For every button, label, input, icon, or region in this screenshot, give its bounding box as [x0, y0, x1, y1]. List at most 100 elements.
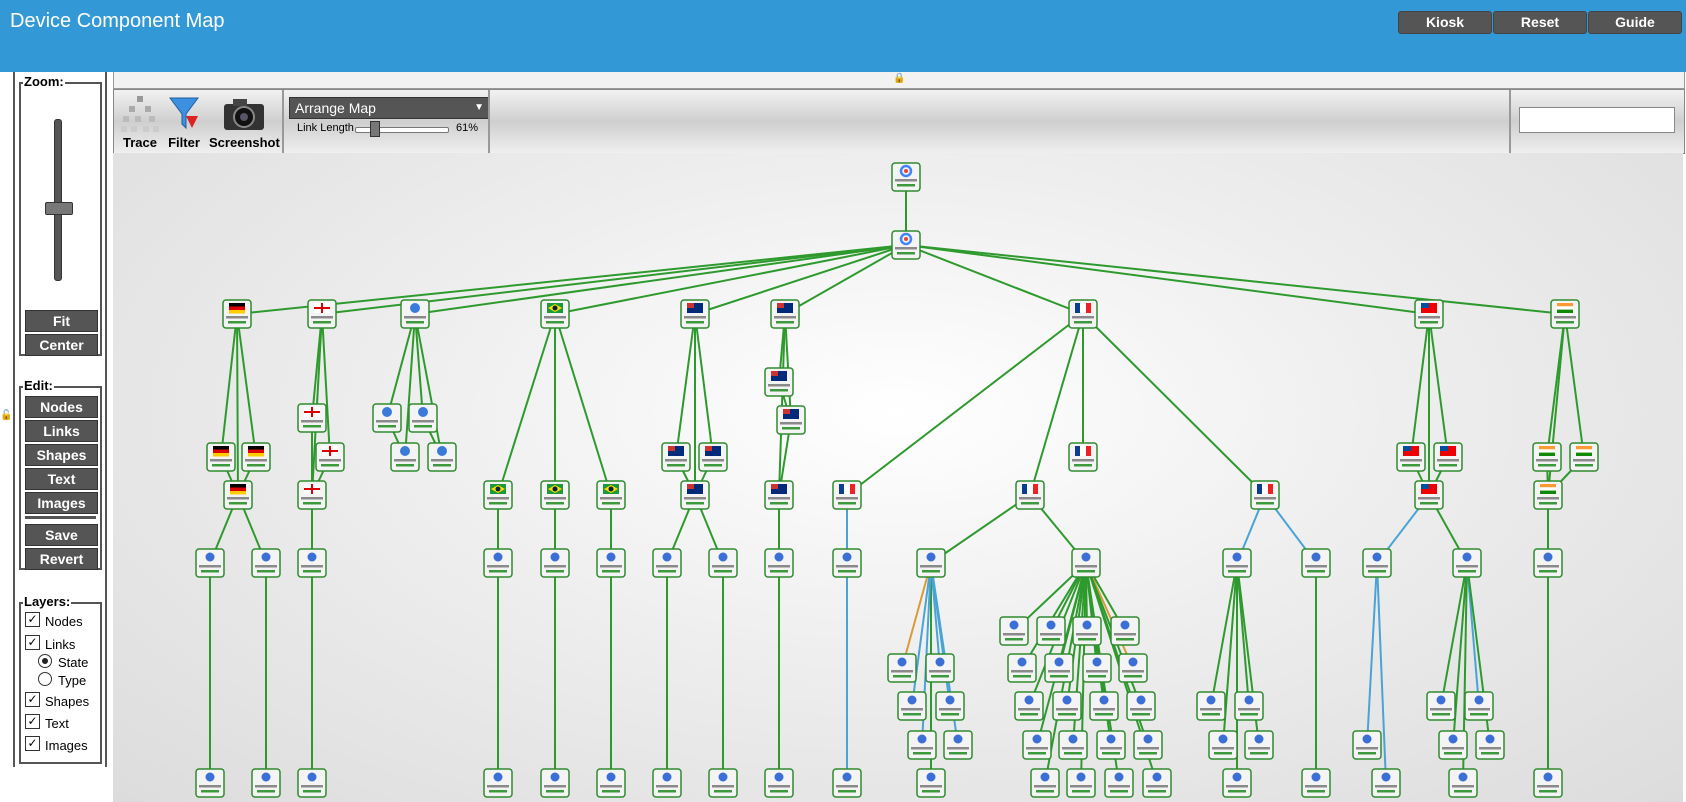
device-node[interactable] [1396, 442, 1426, 472]
reset-button[interactable]: Reset [1493, 11, 1587, 34]
toolbar-lock-icon[interactable]: 🔒 [893, 73, 905, 84]
arrange-map-select[interactable]: Arrange Map ▼ [289, 97, 490, 119]
device-node[interactable] [206, 442, 236, 472]
device-node[interactable] [1533, 548, 1563, 578]
device-node[interactable] [540, 299, 570, 329]
links-layer-checkbox[interactable]: ✓ [25, 635, 40, 650]
device-node[interactable] [891, 162, 921, 192]
device-node[interactable] [1142, 768, 1172, 798]
device-node[interactable] [1414, 299, 1444, 329]
device-link[interactable] [1564, 313, 1585, 458]
device-node[interactable] [1044, 653, 1074, 683]
device-node[interactable] [1022, 730, 1052, 760]
device-node[interactable] [776, 405, 806, 435]
images-layer-checkbox[interactable]: ✓ [25, 736, 40, 751]
device-node[interactable] [999, 616, 1029, 646]
device-node[interactable] [222, 299, 252, 329]
toolbar-collapse-bar[interactable]: 🔒 [113, 72, 1685, 89]
device-node[interactable] [408, 403, 438, 433]
device-node[interactable] [1438, 730, 1468, 760]
device-link[interactable] [846, 313, 1084, 496]
device-node[interactable] [1007, 653, 1037, 683]
device-node[interactable] [1222, 768, 1252, 798]
device-node[interactable] [935, 691, 965, 721]
edit-links-button[interactable]: Links [25, 420, 98, 442]
search-input[interactable] [1519, 107, 1675, 133]
device-link[interactable] [1428, 313, 1449, 458]
screenshot-tool[interactable]: Screenshot [209, 94, 280, 150]
device-node[interactable] [195, 768, 225, 798]
device-node[interactable] [1118, 653, 1148, 683]
device-link[interactable] [414, 244, 907, 315]
device-node[interactable] [483, 548, 513, 578]
edit-shapes-button[interactable]: Shapes [25, 444, 98, 466]
device-node[interactable] [1036, 616, 1066, 646]
device-node[interactable] [251, 548, 281, 578]
text-layer-checkbox[interactable]: ✓ [25, 714, 40, 729]
device-node[interactable] [1234, 691, 1264, 721]
device-node[interactable] [897, 691, 927, 721]
device-node[interactable] [891, 230, 921, 260]
device-node[interactable] [698, 442, 728, 472]
device-node[interactable] [1301, 768, 1331, 798]
device-node[interactable] [1126, 691, 1156, 721]
device-node[interactable] [1030, 768, 1060, 798]
device-node[interactable] [483, 480, 513, 510]
edit-images-button[interactable]: Images [25, 492, 98, 514]
device-node[interactable] [1448, 768, 1478, 798]
device-node[interactable] [297, 548, 327, 578]
trace-tool[interactable]: Trace [119, 94, 161, 150]
kiosk-button[interactable]: Kiosk [1398, 11, 1492, 34]
device-node[interactable] [1371, 768, 1401, 798]
device-node[interactable] [652, 548, 682, 578]
device-node[interactable] [764, 768, 794, 798]
device-node[interactable] [1196, 691, 1226, 721]
device-node[interactable] [1452, 548, 1482, 578]
device-link[interactable] [1366, 562, 1378, 746]
device-node[interactable] [1068, 442, 1098, 472]
device-link[interactable] [554, 313, 612, 496]
device-node[interactable] [390, 442, 420, 472]
device-node[interactable] [1244, 730, 1274, 760]
nodes-layer-checkbox[interactable]: ✓ [25, 612, 40, 627]
device-node[interactable] [916, 548, 946, 578]
device-link[interactable] [220, 313, 238, 458]
device-node[interactable] [540, 768, 570, 798]
device-node[interactable] [1550, 299, 1580, 329]
device-node[interactable] [1208, 730, 1238, 760]
device-node[interactable] [925, 653, 955, 683]
device-node[interactable] [1250, 480, 1280, 510]
guide-button[interactable]: Guide [1588, 11, 1682, 34]
device-node[interactable] [1464, 691, 1494, 721]
device-link[interactable] [236, 313, 239, 496]
device-node[interactable] [652, 768, 682, 798]
device-link[interactable] [414, 313, 443, 458]
type-radio[interactable] [38, 672, 52, 686]
device-node[interactable] [1352, 730, 1382, 760]
device-node[interactable] [297, 480, 327, 510]
device-node[interactable] [1532, 442, 1562, 472]
device-node[interactable] [1072, 616, 1102, 646]
device-link[interactable] [905, 244, 1084, 315]
device-node[interactable] [708, 548, 738, 578]
device-node[interactable] [661, 442, 691, 472]
device-node[interactable] [680, 299, 710, 329]
device-node[interactable] [251, 768, 281, 798]
device-node[interactable] [708, 768, 738, 798]
device-node[interactable] [887, 653, 917, 683]
device-node[interactable] [427, 442, 457, 472]
device-node[interactable] [596, 480, 626, 510]
save-button[interactable]: Save [25, 524, 98, 546]
device-node[interactable] [1014, 691, 1044, 721]
state-radio[interactable] [38, 654, 52, 668]
shapes-layer-checkbox[interactable]: ✓ [25, 692, 40, 707]
device-node[interactable] [764, 367, 794, 397]
device-node[interactable] [1133, 730, 1163, 760]
side-panel-lock-icon[interactable]: 🔓 [0, 410, 12, 421]
fit-button[interactable]: Fit [25, 310, 98, 332]
device-node[interactable] [297, 403, 327, 433]
device-node[interactable] [1533, 480, 1563, 510]
device-link[interactable] [236, 244, 907, 315]
device-link[interactable] [236, 313, 257, 458]
device-node[interactable] [223, 480, 253, 510]
